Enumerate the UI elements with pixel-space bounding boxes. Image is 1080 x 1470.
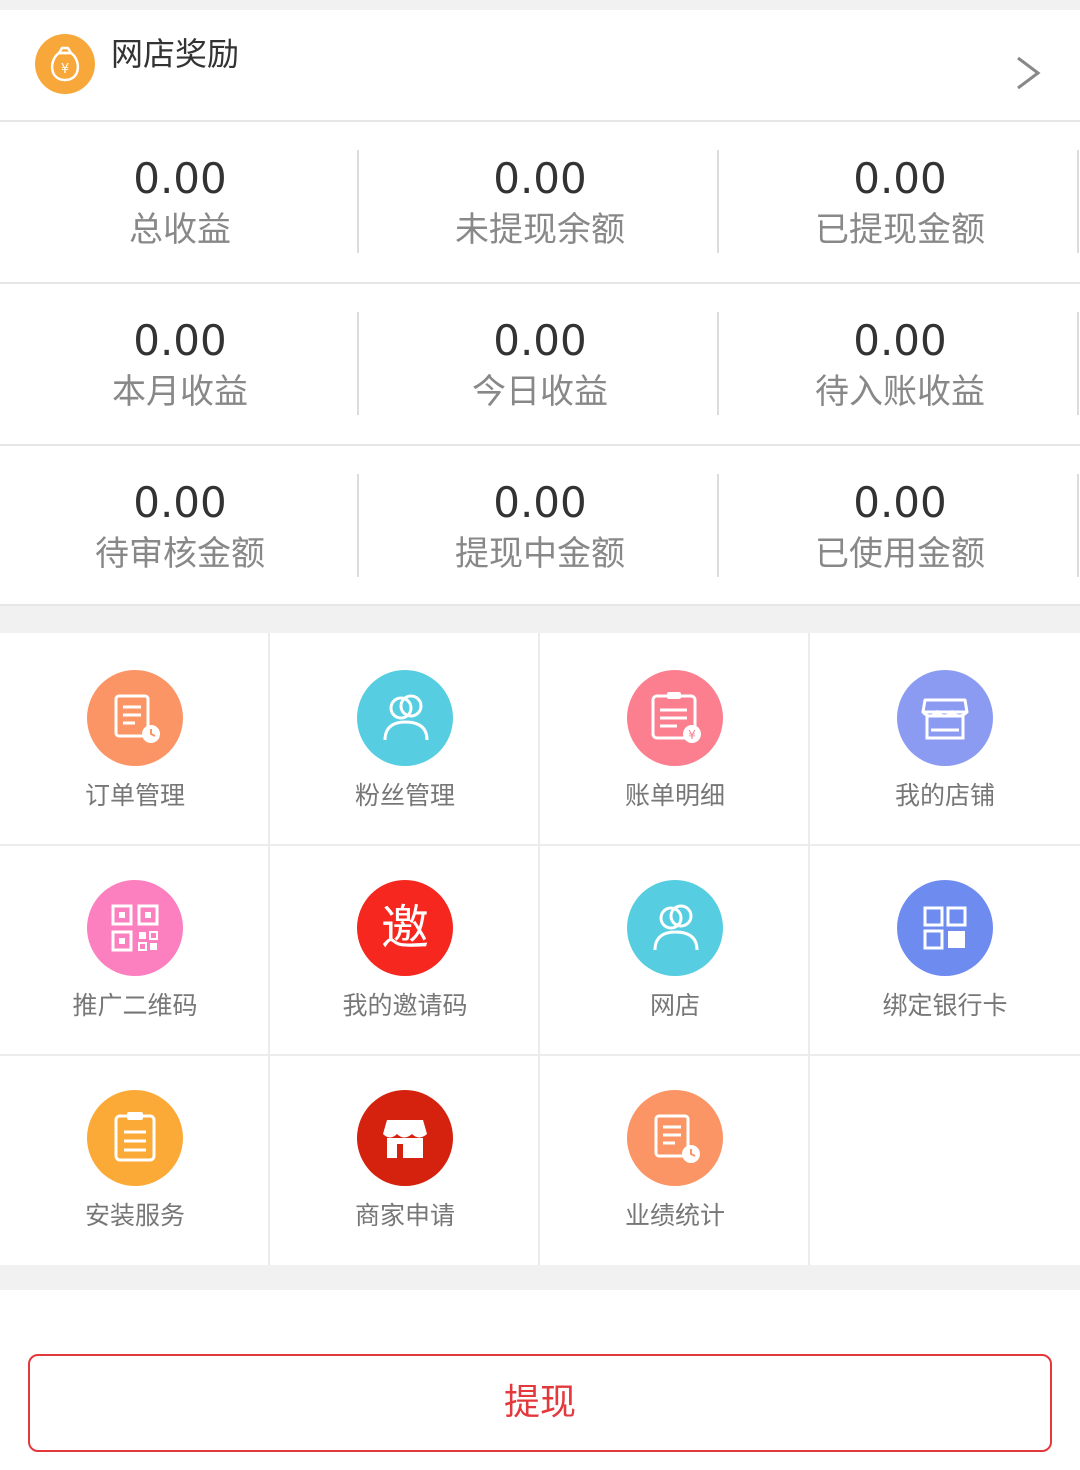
- grid-item-label: 粉丝管理: [354, 781, 455, 810]
- stats-row: 0.00 总收益 0.00 未提现余额 0.00 已提现金额: [0, 122, 1080, 284]
- bottom-bar: 提现: [0, 1290, 1080, 1470]
- stats-row: 0.00 待审核金额 0.00 提现中金额 0.00 已使用金额: [0, 446, 1080, 606]
- divider: [1077, 474, 1079, 577]
- grid-item-merchant-application[interactable]: 商家申请: [270, 1053, 540, 1263]
- grid-item-label: 业绩统计: [624, 1201, 725, 1230]
- stat-label: 已使用金额: [815, 534, 985, 574]
- stat-today-earnings: 0.00 今日收益: [360, 284, 720, 444]
- stat-withdrawing: 0.00 提现中金额: [360, 446, 720, 604]
- stat-value: 0.00: [133, 478, 227, 527]
- stat-under-review: 0.00 待审核金额: [0, 446, 360, 604]
- stat-withdrawn-amount: 0.00 已提现金额: [720, 122, 1080, 282]
- grid-icon: [897, 880, 993, 976]
- clipboard-icon: [87, 1090, 183, 1186]
- divider: [357, 312, 359, 415]
- svg-text:¥: ¥: [688, 728, 696, 742]
- shop-icon: [357, 1090, 453, 1186]
- stat-label: 已提现金额: [815, 210, 985, 250]
- chevron-right-icon[interactable]: [1012, 52, 1042, 94]
- stat-label: 今日收益: [472, 372, 608, 412]
- bill-icon: ¥: [627, 670, 723, 766]
- fans-icon: [357, 670, 453, 766]
- stat-value: 0.00: [853, 316, 947, 365]
- grid-item-label: 网店: [649, 991, 700, 1020]
- stat-value: 0.00: [853, 154, 947, 203]
- grid-item-label: 商家申请: [354, 1201, 455, 1230]
- grid-item-label: 我的店铺: [894, 781, 995, 810]
- stat-label: 未提现余额: [455, 210, 625, 250]
- grid-item-install-service[interactable]: 安装服务: [0, 1053, 270, 1263]
- stat-value: 0.00: [493, 316, 587, 365]
- grid-item-label: 绑定银行卡: [882, 991, 1008, 1020]
- divider: [1077, 312, 1079, 415]
- earnings-stats: 0.00 总收益 0.00 未提现余额 0.00 已提现金额 0.00 本月收益…: [0, 122, 1080, 606]
- stat-label: 提现中金额: [455, 534, 625, 574]
- shop-reward-header[interactable]: ¥ 网店奖励: [0, 10, 1080, 122]
- stat-month-earnings: 0.00 本月收益: [0, 284, 360, 444]
- divider: [717, 312, 719, 415]
- divider: [717, 150, 719, 253]
- grid-item-label: 安装服务: [84, 1201, 185, 1230]
- stat-used-amount: 0.00 已使用金额: [720, 446, 1080, 604]
- divider: [717, 474, 719, 577]
- svg-text:¥: ¥: [61, 62, 69, 77]
- divider: [357, 474, 359, 577]
- stat-label: 待入账收益: [815, 372, 985, 412]
- qr-code-icon: [87, 880, 183, 976]
- page-title: 网店奖励: [111, 35, 240, 73]
- invite-icon: 邀: [357, 880, 453, 976]
- stat-value: 0.00: [133, 316, 227, 365]
- grid-item-fans-management[interactable]: 粉丝管理: [270, 633, 540, 843]
- grid-item-order-management[interactable]: 订单管理: [0, 633, 270, 843]
- money-bag-icon: ¥: [35, 34, 95, 94]
- stat-value: 0.00: [493, 154, 587, 203]
- stat-total-earnings: 0.00 总收益: [0, 122, 360, 282]
- grid-item-label: 我的邀请码: [342, 991, 468, 1020]
- grid-item-promo-qr[interactable]: 推广二维码: [0, 843, 270, 1053]
- stat-value: 0.00: [493, 478, 587, 527]
- stat-value: 0.00: [133, 154, 227, 203]
- order-list-icon: [87, 670, 183, 766]
- divider: [1077, 150, 1079, 253]
- grid-item-label: 推广二维码: [72, 991, 198, 1020]
- grid-item-performance-stats[interactable]: 业绩统计: [540, 1053, 810, 1263]
- divider: [357, 150, 359, 253]
- stat-unwithdrawn-balance: 0.00 未提现余额: [360, 122, 720, 282]
- withdraw-button[interactable]: 提现: [28, 1354, 1052, 1452]
- stat-label: 待审核金额: [95, 534, 265, 574]
- store-icon: [897, 670, 993, 766]
- grid-item-my-store[interactable]: 我的店铺: [810, 633, 1080, 843]
- stat-label: 本月收益: [112, 372, 248, 412]
- stat-value: 0.00: [853, 478, 947, 527]
- grid-item-online-store[interactable]: 网店: [540, 843, 810, 1053]
- stat-pending-earnings: 0.00 待入账收益: [720, 284, 1080, 444]
- grid-item-my-invite-code[interactable]: 邀 我的邀请码: [270, 843, 540, 1053]
- stats-row: 0.00 本月收益 0.00 今日收益 0.00 待入账收益: [0, 284, 1080, 446]
- grid-item-label: 订单管理: [84, 781, 185, 810]
- grid-item-bill-details[interactable]: ¥ 账单明细: [540, 633, 810, 843]
- grid-item-bind-bank-card[interactable]: 绑定银行卡: [810, 843, 1080, 1053]
- user-icon: [627, 880, 723, 976]
- feature-grid: 订单管理 粉丝管理 ¥ 账单明细 我的店铺 推广二维码 邀 我的邀请码 网店 绑…: [0, 633, 1080, 1265]
- report-icon: [627, 1090, 723, 1186]
- grid-item-label: 账单明细: [624, 781, 725, 810]
- stat-label: 总收益: [129, 210, 231, 250]
- invite-glyph: 邀: [381, 900, 429, 956]
